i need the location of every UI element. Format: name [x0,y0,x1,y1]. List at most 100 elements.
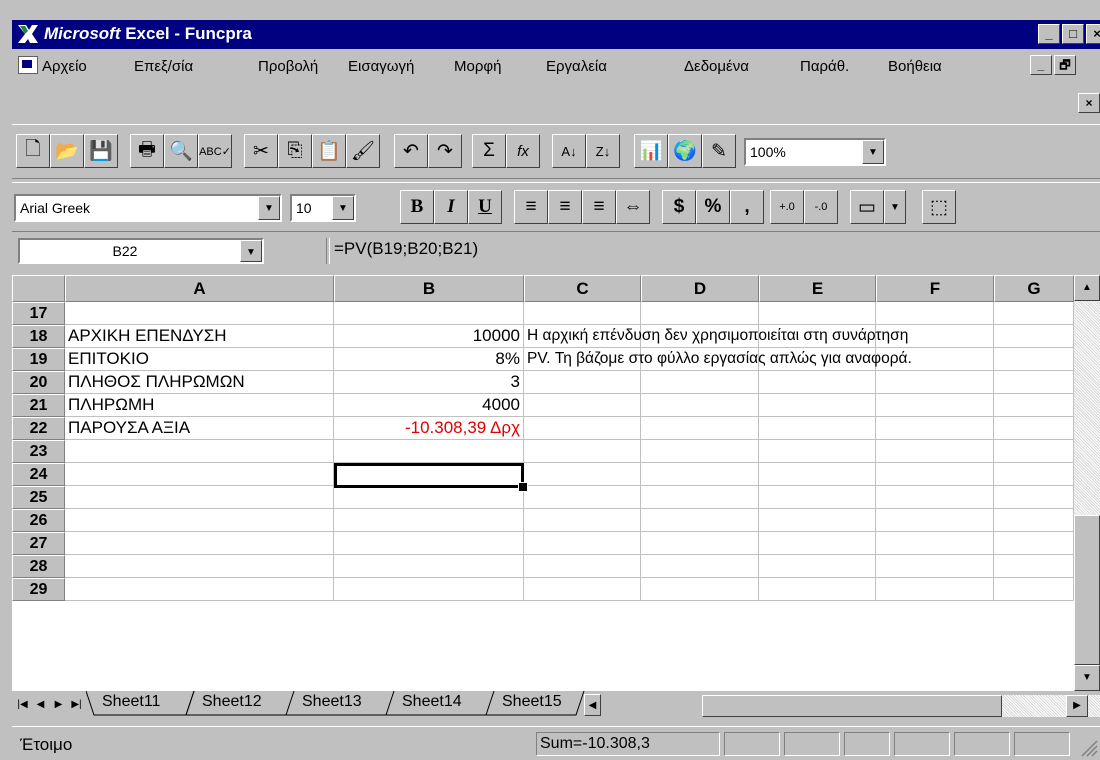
align-left-icon[interactable]: ≡ [514,190,548,224]
scroll-right-icon[interactable]: ▶ [1066,695,1088,717]
cell-b20[interactable]: 3 [334,371,524,394]
sheet-tab-14[interactable]: Sheet14 [398,691,466,715]
cell-c24[interactable] [524,463,641,486]
borders-icon[interactable]: ▭ [850,190,884,224]
cell-g29[interactable] [994,578,1074,601]
cell-a20[interactable]: ΠΛΗΘΟΣ ΠΛΗΡΩΜΩΝ [65,371,334,394]
cell-a28[interactable] [65,555,334,578]
menu-data[interactable]: Δεδομένα [684,58,749,75]
align-right-icon[interactable]: ≡ [582,190,616,224]
row-header[interactable]: 28 [12,555,65,578]
cell-d29[interactable] [641,578,759,601]
doc-minimize-button[interactable]: _ [1030,55,1052,75]
row-header[interactable]: 23 [12,440,65,463]
next-sheet-icon[interactable]: ▶ [50,694,67,716]
chevron-down-icon[interactable]: ▼ [862,140,884,164]
cell-d24[interactable] [641,463,759,486]
sort-descending-icon[interactable]: Z↓ [586,134,620,168]
row-header[interactable]: 19 [12,348,65,371]
cell-d27[interactable] [641,532,759,555]
chevron-down-icon[interactable]: ▼ [332,196,354,220]
cell-g23[interactable] [994,440,1074,463]
cell-a18[interactable]: ΑΡΧΙΚΗ ΕΠΕΝΔΥΣΗ [65,325,334,348]
prev-sheet-icon[interactable]: ◀ [32,694,49,716]
tab-scroll-left-icon[interactable]: ◀ [584,694,601,716]
cell-d28[interactable] [641,555,759,578]
cell-b22[interactable]: -10.308,39 Δρχ [334,417,524,440]
borders-dropdown-icon[interactable]: ▼ [884,190,906,224]
cell-g22[interactable] [994,417,1074,440]
cell-b18[interactable]: 10000 [334,325,524,348]
cell-f17[interactable] [876,302,994,325]
vertical-scroll-thumb[interactable] [1074,515,1100,665]
cell-g25[interactable] [994,486,1074,509]
cell-d20[interactable] [641,371,759,394]
cell-a29[interactable] [65,578,334,601]
row-header[interactable]: 26 [12,509,65,532]
worksheet-grid[interactable]: A B C D E F G 17 18 ΑΡΧΙΚΗ ΕΠΕΝΔΥΣΗ 10000 Η … [12,275,1074,691]
doc-close-button[interactable]: × [1078,93,1100,113]
column-header-a[interactable]: A [65,275,334,302]
column-header-e[interactable]: E [759,275,876,302]
cell-e20[interactable] [759,371,876,394]
cell-e29[interactable] [759,578,876,601]
column-header-f[interactable]: F [876,275,994,302]
sheet-tab-15[interactable]: Sheet15 [498,691,574,715]
new-icon[interactable]: 🗋 [16,134,50,168]
map-icon[interactable]: 🌍 [668,134,702,168]
cell-d23[interactable] [641,440,759,463]
cell-c26[interactable] [524,509,641,532]
sheet-tab-11[interactable]: Sheet11 [98,691,164,715]
paste-icon[interactable]: 📋 [312,134,346,168]
cell-g20[interactable] [994,371,1074,394]
drawing-icon[interactable]: ✎ [702,134,736,168]
cell-a21[interactable]: ΠΛΗΡΩΜΗ [65,394,334,417]
cell-e28[interactable] [759,555,876,578]
cell-a26[interactable] [65,509,334,532]
scroll-down-icon[interactable]: ▼ [1074,665,1100,691]
cell-f20[interactable] [876,371,994,394]
decrease-decimal-icon[interactable]: -.0 [804,190,838,224]
menu-format[interactable]: Μορφή [454,58,501,75]
menu-file[interactable]: Αρχείο [42,58,87,75]
cell-g28[interactable] [994,555,1074,578]
font-select[interactable]: Arial Greek ▼ [14,194,282,222]
percent-icon[interactable]: % [696,190,730,224]
undo-icon[interactable]: ↶ [394,134,428,168]
cell-f27[interactable] [876,532,994,555]
function-icon[interactable]: fx [506,134,540,168]
cell-c21[interactable] [524,394,641,417]
menu-view[interactable]: Προβολή [258,58,318,75]
cell-b17[interactable] [334,302,524,325]
save-icon[interactable]: 💾 [84,134,118,168]
row-header[interactable]: 24 [12,463,65,486]
formula-input[interactable]: =PV(B19;B20;B21) [334,239,478,259]
spelling-icon[interactable]: ABC✓ [198,134,232,168]
cell-d21[interactable] [641,394,759,417]
cell-a25[interactable] [65,486,334,509]
italic-icon[interactable]: I [434,190,468,224]
column-header-b[interactable]: B [334,275,524,302]
fill-handle[interactable] [518,482,528,492]
cell-e22[interactable] [759,417,876,440]
cell-c28[interactable] [524,555,641,578]
horizontal-scroll-thumb[interactable] [702,695,1002,717]
autosum-icon[interactable]: Σ [472,134,506,168]
menu-help[interactable]: Βοήθεια [888,58,942,75]
row-header[interactable]: 29 [12,578,65,601]
row-header[interactable]: 25 [12,486,65,509]
copy-icon[interactable]: ⎘ [278,134,312,168]
horizontal-scrollbar[interactable]: ▶ [702,695,1100,717]
chevron-down-icon[interactable]: ▼ [240,240,262,262]
cell-f26[interactable] [876,509,994,532]
cell-b19[interactable]: 8% [334,348,524,371]
title-bar[interactable]: Microsoft Excel - Funcpra _ □ × [12,20,1100,49]
row-header[interactable]: 17 [12,302,65,325]
cell-c27[interactable] [524,532,641,555]
cell-f24[interactable] [876,463,994,486]
currency-icon[interactable]: $ [662,190,696,224]
print-icon[interactable]: 🖶 [130,134,164,168]
merge-center-icon[interactable]: ⇔ [616,190,650,224]
format-painter-icon[interactable]: 🖌 [346,134,380,168]
font-size-select[interactable]: 10 ▼ [290,194,356,222]
